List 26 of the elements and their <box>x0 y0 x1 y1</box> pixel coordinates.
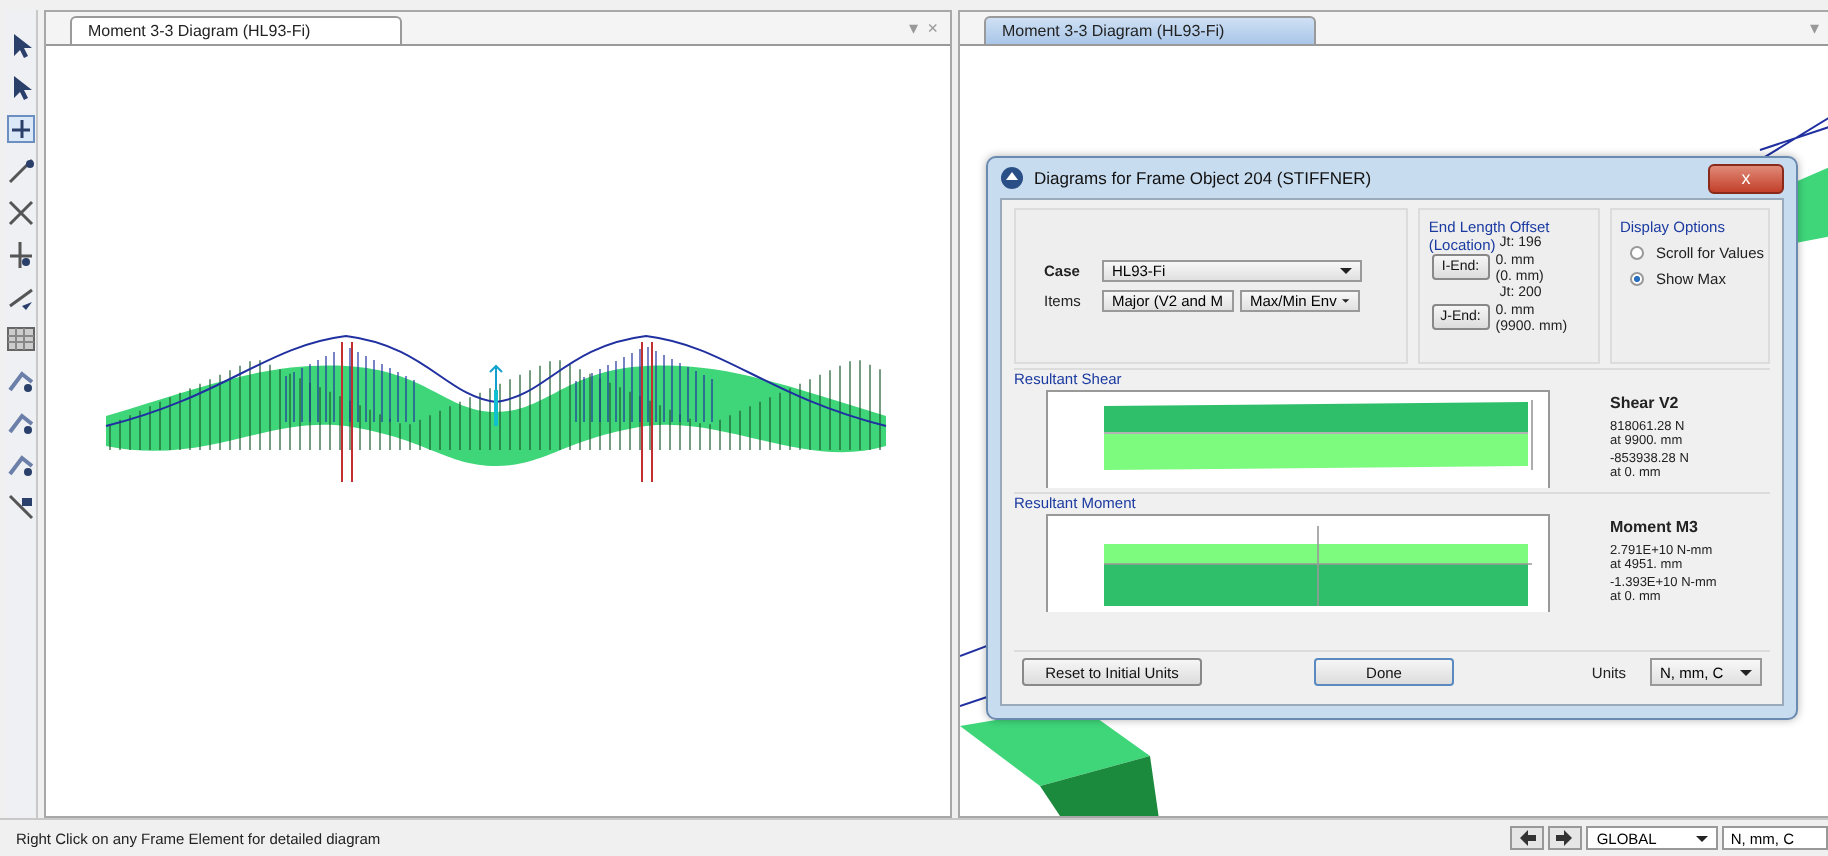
caret-icon <box>1342 298 1350 304</box>
caret-icon <box>1740 669 1752 675</box>
tool-icon[interactable] <box>6 450 36 480</box>
tool-icon[interactable] <box>6 366 36 396</box>
right-arrow-icon <box>1556 830 1575 846</box>
result-title: Moment M3 <box>1610 518 1700 536</box>
forward-button[interactable] <box>1548 826 1583 850</box>
back-button[interactable] <box>1510 826 1545 850</box>
tool-icon[interactable] <box>6 408 36 438</box>
tab[interactable]: Moment 3-3 Diagram (HL93-Fi) <box>984 16 1316 44</box>
cross-icon[interactable] <box>6 198 36 228</box>
line-icon[interactable] <box>6 492 36 522</box>
line-icon[interactable] <box>6 156 36 186</box>
dialog-title: Diagrams for Frame Object 204 (STIFFNER) <box>1034 168 1372 188</box>
close-button[interactable]: x <box>1708 163 1784 193</box>
result-title: Shear V2 <box>1610 394 1681 412</box>
app-icon <box>1000 166 1024 190</box>
left-arrow-icon <box>1518 830 1537 846</box>
caret-icon <box>1340 268 1352 274</box>
tab[interactable]: Moment 3-3 Diagram (HL93-Fi) <box>70 16 402 44</box>
crosshair-icon[interactable] <box>6 240 36 270</box>
caret-icon <box>1696 835 1709 841</box>
radio-button[interactable] <box>1629 272 1644 286</box>
crosshair-icon[interactable] <box>6 114 36 144</box>
radio-button[interactable] <box>1629 246 1644 260</box>
grid-icon[interactable] <box>6 324 36 354</box>
